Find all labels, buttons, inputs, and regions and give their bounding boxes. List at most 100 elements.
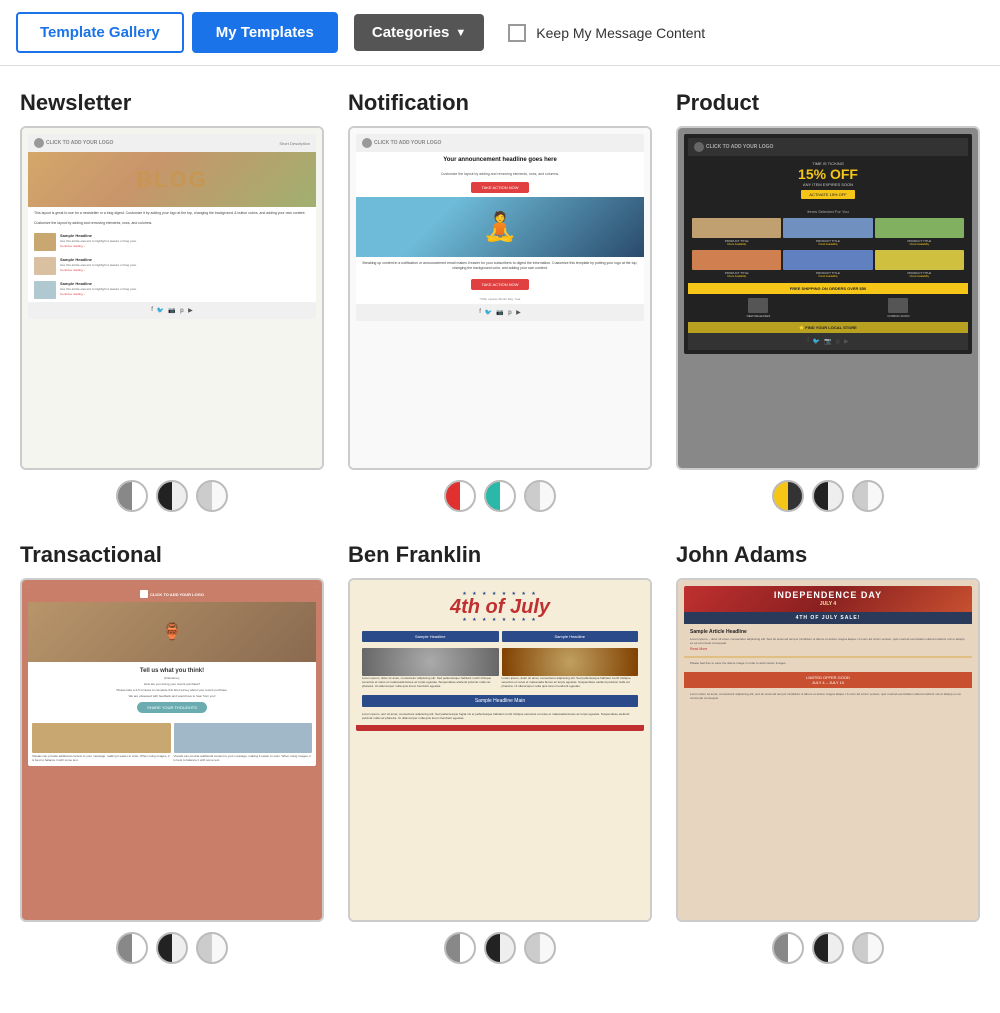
product-activate-btn[interactable]: ACTIVATE 15% OFF bbox=[801, 190, 854, 199]
transactional-share-btn[interactable]: SHARE YOUR THOUGHTS bbox=[137, 702, 207, 713]
notification-footer: f 🐦 📷 𝕡 ▶ bbox=[356, 304, 644, 321]
product-swatch-3[interactable] bbox=[852, 480, 884, 512]
notification-cta-btn-2[interactable]: TAKE ACTION NOW bbox=[471, 279, 528, 290]
product-email-preview: CLICK TO ADD YOUR LOGO TIME IS TICKING 1… bbox=[684, 134, 972, 354]
notification-email-preview: CLICK TO ADD YOUR LOGO Your announcement… bbox=[356, 134, 644, 321]
product-link-1[interactable]: Check Availability bbox=[692, 243, 781, 246]
product-link-3[interactable]: Check Availability bbox=[875, 243, 964, 246]
transactional-articles: Visuals can provide additional context t… bbox=[28, 719, 316, 766]
newsletter-article-1: Sample Headline Use this article element… bbox=[28, 230, 316, 254]
benfranklin-sample-btn-2[interactable]: Sample Headline bbox=[502, 631, 639, 642]
transactional-logo-row: CLICK TO ADD YOUR LOGO bbox=[140, 590, 204, 598]
notification-headline: Your announcement headline goes here bbox=[356, 152, 644, 170]
template-section-benfranklin: Ben Franklin ★ ★ ★ ★ ★ ★ ★ ★ 4th of July… bbox=[348, 542, 652, 964]
notification-figure: 🧘 bbox=[356, 197, 644, 257]
notification-preview: CLICK TO ADD YOUR LOGO Your announcement… bbox=[350, 128, 650, 468]
notification-logo-icon bbox=[362, 138, 372, 148]
benfranklin-col-2: Lorem ipsum, dolor sit amet, consectetur… bbox=[502, 648, 639, 689]
newsletter-swatch-3[interactable] bbox=[196, 480, 228, 512]
benfranklin-title: Ben Franklin bbox=[348, 542, 652, 568]
tab-my-templates-button[interactable]: My Templates bbox=[192, 12, 338, 53]
blog-text: BLOG bbox=[136, 167, 208, 193]
benfranklin-swatch-2[interactable] bbox=[484, 932, 516, 964]
notification-swatch-1[interactable] bbox=[444, 480, 476, 512]
product-img-2 bbox=[783, 218, 872, 238]
product-logo-text: CLICK TO ADD YOUR LOGO bbox=[706, 144, 773, 150]
social-youtube-icon: ▶ bbox=[188, 307, 193, 314]
transactional-swatch-2[interactable] bbox=[156, 932, 188, 964]
johnadams-article-title: Sample Article Headline bbox=[690, 629, 966, 635]
newsletter-article-title-2: Sample Headline bbox=[60, 257, 310, 262]
transactional-swatches bbox=[20, 932, 324, 964]
product-logo-icon bbox=[694, 142, 704, 152]
transactional-logo-icon bbox=[140, 590, 148, 598]
benfranklin-col-text-1: Lorem ipsum, dolor sit amet, consectetur… bbox=[362, 676, 499, 689]
product-card[interactable]: CLICK TO ADD YOUR LOGO TIME IS TICKING 1… bbox=[676, 126, 980, 470]
notification-offer-text: *Offer expires Month Day, Year bbox=[356, 294, 644, 304]
johnadams-swatch-1[interactable] bbox=[772, 932, 804, 964]
johnadams-header: INDEPENDENCE DAY JULY 4 bbox=[684, 586, 972, 612]
transactional-title: Transactional bbox=[20, 542, 324, 568]
newsletter-card[interactable]: CLICK TO ADD YOUR LOGO Short Description… bbox=[20, 126, 324, 470]
notification-person-illustration: 🧘 bbox=[483, 210, 518, 243]
newsletter-title: Newsletter bbox=[20, 90, 324, 116]
notif-social-twitter-icon: 🐦 bbox=[485, 309, 492, 316]
johnadams-swatch-3[interactable] bbox=[852, 932, 884, 964]
transactional-swatch-3[interactable] bbox=[196, 932, 228, 964]
notification-card[interactable]: CLICK TO ADD YOUR LOGO Your announcement… bbox=[348, 126, 652, 470]
notification-email-header: CLICK TO ADD YOUR LOGO bbox=[356, 134, 644, 152]
transactional-article-img-2 bbox=[174, 723, 313, 753]
product-new-releases-icon bbox=[748, 298, 768, 313]
product-link-4[interactable]: Check Availability bbox=[692, 275, 781, 278]
johnadams-read-more[interactable]: Read More bbox=[690, 647, 966, 651]
newsletter-swatch-1[interactable] bbox=[116, 480, 148, 512]
johnadams-preview: INDEPENDENCE DAY JULY 4 4TH OF JULY SALE… bbox=[678, 580, 978, 920]
transactional-heading: Tell us what you think! bbox=[34, 668, 310, 674]
product-promo-area: TIME IS TICKING 15% OFF ANY ITEM EXPIRES… bbox=[688, 156, 968, 207]
notif-social-instagram-icon: 📷 bbox=[496, 309, 503, 316]
notification-swatches bbox=[348, 480, 652, 512]
categories-button[interactable]: Categories ▼ bbox=[354, 14, 484, 51]
product-link-2[interactable]: Check Availability bbox=[783, 243, 872, 246]
product-swatch-2[interactable] bbox=[812, 480, 844, 512]
tab-gallery-button[interactable]: Template Gallery bbox=[16, 12, 184, 53]
newsletter-logo-text: CLICK TO ADD YOUR LOGO bbox=[46, 140, 113, 146]
notification-sub: Customize the layout by adding and remov… bbox=[356, 170, 644, 178]
product-percent-off: 15% OFF bbox=[693, 166, 963, 182]
notification-swatch-2[interactable] bbox=[484, 480, 516, 512]
chevron-down-icon: ▼ bbox=[455, 27, 466, 39]
johnadams-offer-strip: LIMITED OFFER GOODJULY 4 – JULY 10 bbox=[684, 672, 972, 688]
keep-message-checkbox[interactable] bbox=[508, 24, 526, 42]
notification-swatch-3[interactable] bbox=[524, 480, 556, 512]
johnadams-content: Sample Article Headline Lorem ipsum, - d… bbox=[684, 624, 972, 656]
newsletter-swatch-2[interactable] bbox=[156, 480, 188, 512]
johnadams-card[interactable]: INDEPENDENCE DAY JULY 4 4TH OF JULY SALE… bbox=[676, 578, 980, 922]
benfranklin-sample-btn-1[interactable]: Sample Headline bbox=[362, 631, 499, 642]
notif-social-youtube-icon: ▶ bbox=[516, 309, 521, 316]
newsletter-article-title-1: Sample Headline bbox=[60, 233, 310, 238]
johnadams-article-text: Lorem ipsum, - dolor sit amet, consectet… bbox=[690, 637, 966, 645]
product-link-5[interactable]: Check Availability bbox=[783, 275, 872, 278]
keep-message-label[interactable]: Keep My Message Content bbox=[508, 24, 705, 42]
johnadams-swatch-2[interactable] bbox=[812, 932, 844, 964]
transactional-article-2: Visuals can provide additional context t… bbox=[174, 723, 313, 762]
transactional-card[interactable]: CLICK TO ADD YOUR LOGO 🏺 Tell us what yo… bbox=[20, 578, 324, 922]
social-twitter-icon: 🐦 bbox=[157, 307, 164, 314]
benfranklin-stars-bottom: ★ ★ ★ ★ ★ ★ ★ ★ bbox=[361, 617, 639, 623]
notification-logo-text: CLICK TO ADD YOUR LOGO bbox=[374, 140, 441, 146]
product-link-6[interactable]: Check Availability bbox=[875, 275, 964, 278]
categories-label: Categories bbox=[372, 24, 450, 41]
product-item-5: PRODUCT TITLE Check Availability bbox=[783, 250, 872, 278]
benfranklin-swatch-1[interactable] bbox=[444, 932, 476, 964]
product-img-1 bbox=[692, 218, 781, 238]
product-item-6: PRODUCT TITLE Check Availability bbox=[875, 250, 964, 278]
benfranklin-card[interactable]: ★ ★ ★ ★ ★ ★ ★ ★ 4th of July ★ ★ ★ ★ ★ ★ … bbox=[348, 578, 652, 922]
notification-cta-btn-1[interactable]: TAKE ACTION NOW bbox=[471, 182, 528, 193]
templates-grid: Newsletter CLICK TO ADD YOUR LOGO Short … bbox=[20, 90, 980, 964]
transactional-text-2: Please take a 2-5 minutes to complete th… bbox=[34, 688, 310, 692]
transactional-swatch-1[interactable] bbox=[116, 932, 148, 964]
benfranklin-swatch-3[interactable] bbox=[524, 932, 556, 964]
product-swatch-1[interactable] bbox=[772, 480, 804, 512]
product-img-4 bbox=[692, 250, 781, 270]
template-section-product: Product CLICK TO ADD YOUR LOGO TIME IS T… bbox=[676, 90, 980, 512]
